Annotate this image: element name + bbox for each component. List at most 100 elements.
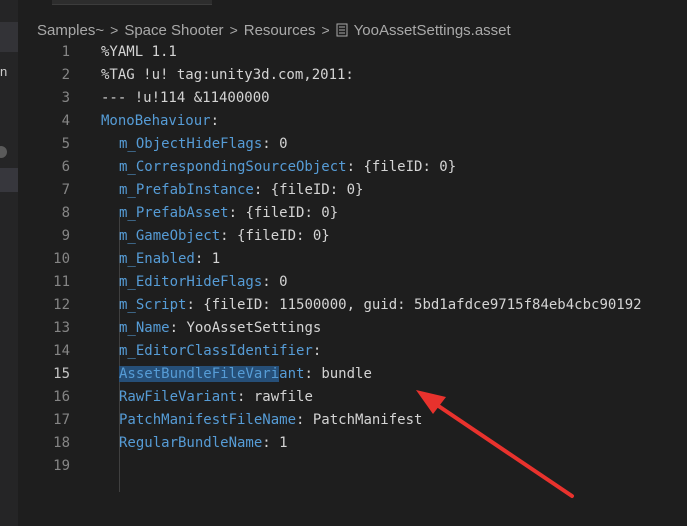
yaml-key: m_PrefabAsset — [119, 205, 229, 221]
yaml-key: %YAML 1.1 — [101, 44, 177, 60]
line-number: 5 — [61, 136, 70, 152]
yaml-key: RegularBundleName — [119, 435, 263, 451]
yaml-colon: : — [346, 159, 356, 175]
yaml-value: {fileID: 0} — [262, 182, 364, 198]
code-text: m_EditorClassIdentifier: — [119, 340, 321, 363]
line-number: 6 — [61, 159, 70, 175]
yaml-value: PatchManifest — [304, 412, 423, 428]
yaml-key: m_Script — [119, 297, 187, 313]
code-text: %TAG !u! tag:unity3d.com,2011: — [101, 64, 354, 87]
chevron-right-icon: > — [229, 22, 238, 38]
code-text: RegularBundleName: 1 — [119, 432, 288, 455]
yaml-colon: : — [262, 435, 271, 451]
line-number: 8 — [61, 205, 70, 221]
line-number: 15 — [53, 366, 70, 382]
line-number: 13 — [53, 320, 70, 336]
yaml-value: rawfile — [245, 389, 313, 405]
code-text: m_Name: YooAssetSettings — [119, 317, 321, 340]
yaml-colon: : — [304, 366, 313, 382]
line-number: 11 — [53, 274, 70, 290]
activity-badge — [0, 146, 7, 158]
code-text: m_PrefabInstance: {fileID: 0} — [119, 179, 363, 202]
yaml-key: AssetBundleFileVariant — [119, 366, 305, 382]
line-number: 18 — [53, 435, 70, 451]
line-number: 9 — [61, 228, 70, 244]
line-number: 3 — [61, 90, 70, 106]
yaml-value: 0 — [270, 274, 288, 290]
code-editor[interactable]: 1 %YAML 1.1 2 %TAG !u! tag:unity3d.com,2011… — [18, 41, 687, 526]
yaml-key: m_EditorHideFlags — [119, 274, 263, 290]
code-line[interactable]: 4 MonoBehaviour: — [18, 110, 687, 133]
breadcrumb-item-samples[interactable]: Samples~ — [37, 22, 104, 39]
yaml-key: --- !u!114 &11400000 — [101, 90, 270, 106]
code-line[interactable]: 11 m_EditorHideFlags: 0 — [18, 271, 687, 294]
code-line[interactable]: 13 m_Name: YooAssetSettings — [18, 317, 687, 340]
activity-bar-item-active[interactable] — [0, 168, 18, 192]
yaml-value: 1 — [203, 251, 221, 267]
code-line[interactable]: 10 m_Enabled: 1 — [18, 248, 687, 271]
breadcrumb: Samples~ > Space Shooter > Resources > Y… — [37, 19, 511, 41]
breadcrumb-file-name[interactable]: YooAssetSettings.asset — [354, 22, 511, 39]
line-number: 12 — [53, 297, 70, 313]
code-text: --- !u!114 &11400000 — [101, 87, 270, 110]
code-line[interactable]: 16 RawFileVariant: rawfile — [18, 386, 687, 409]
activity-bar-item[interactable] — [0, 22, 18, 52]
yaml-key: %TAG !u! tag:unity3d.com,2011: — [101, 67, 354, 83]
code-line[interactable]: 12 m_Script: {fileID: 11500000, guid: 5bd… — [18, 294, 687, 317]
code-text: m_EditorHideFlags: 0 — [119, 271, 288, 294]
code-text: PatchManifestFileName: PatchManifest — [119, 409, 422, 432]
yaml-key: m_CorrespondingSourceObject — [119, 159, 347, 175]
code-line[interactable]: 7 m_PrefabInstance: {fileID: 0} — [18, 179, 687, 202]
yaml-value: {fileID: 0} — [237, 205, 339, 221]
code-text: m_ObjectHideFlags: 0 — [119, 133, 288, 156]
code-line[interactable]: 15 AssetBundleFileVariant: bundle — [18, 363, 687, 386]
yaml-colon: : — [220, 228, 229, 244]
yaml-value: bundle — [312, 366, 372, 382]
line-number: 17 — [53, 412, 70, 428]
line-number: 7 — [61, 182, 70, 198]
yaml-key: RawFileVariant — [119, 389, 238, 405]
breadcrumb-item-resources[interactable]: Resources — [244, 22, 316, 39]
yaml-key: m_GameObject — [119, 228, 221, 244]
yaml-value: {fileID: 11500000, guid: 5bd1afdce9715f8… — [194, 297, 642, 313]
code-line[interactable]: 8 m_PrefabAsset: {fileID: 0} — [18, 202, 687, 225]
yaml-colon: : — [186, 297, 195, 313]
code-line[interactable]: 18 RegularBundleName: 1 — [18, 432, 687, 455]
code-text: m_GameObject: {fileID: 0} — [119, 225, 330, 248]
code-line[interactable]: 6 m_CorrespondingSourceObject: {fileID: 0… — [18, 156, 687, 179]
code-line[interactable]: 14 m_EditorClassIdentifier: — [18, 340, 687, 363]
activity-bar-edge: n — [0, 0, 18, 526]
code-text: RawFileVariant: rawfile — [119, 386, 313, 409]
yaml-key: m_ObjectHideFlags — [119, 136, 263, 152]
line-number: 10 — [53, 251, 70, 267]
code-text: MonoBehaviour: — [101, 110, 219, 133]
chevron-right-icon: > — [110, 22, 119, 38]
yaml-key: m_Enabled — [119, 251, 195, 267]
yaml-value: 1 — [270, 435, 288, 451]
code-text: AssetBundleFileVariant: bundle — [119, 363, 372, 386]
code-line[interactable]: 9 m_GameObject: {fileID: 0} — [18, 225, 687, 248]
code-line[interactable]: 19 — [18, 455, 687, 478]
chevron-right-icon: > — [321, 22, 330, 38]
text-selection: AssetBundleFileVari — [119, 366, 280, 382]
code-line[interactable]: 17 PatchManifestFileName: PatchManifest — [18, 409, 687, 432]
yaml-colon: : — [312, 343, 322, 359]
code-line[interactable]: 1 %YAML 1.1 — [18, 41, 687, 64]
yaml-key: PatchManifestFileName — [119, 412, 297, 428]
code-text: m_Enabled: 1 — [119, 248, 220, 271]
code-text: m_PrefabAsset: {fileID: 0} — [119, 202, 338, 225]
yaml-colon: : — [210, 113, 220, 129]
activity-bar-label: n — [0, 64, 8, 79]
breadcrumb-item-space-shooter[interactable]: Space Shooter — [124, 22, 223, 39]
code-text: m_Script: {fileID: 11500000, guid: 5bd1a… — [119, 294, 642, 317]
code-text: m_CorrespondingSourceObject: {fileID: 0} — [119, 156, 456, 179]
yaml-key: MonoBehaviour — [101, 113, 211, 129]
code-line[interactable]: 3 --- !u!114 &11400000 — [18, 87, 687, 110]
yaml-key: m_Name — [119, 320, 170, 336]
yaml-colon: : — [228, 205, 238, 221]
editor-tab[interactable] — [52, 0, 212, 5]
line-number: 4 — [61, 113, 70, 129]
code-line[interactable]: 5 m_ObjectHideFlags: 0 — [18, 133, 687, 156]
code-line[interactable]: 2 %TAG !u! tag:unity3d.com,2011: — [18, 64, 687, 87]
yaml-value: {fileID: 0} — [228, 228, 330, 244]
